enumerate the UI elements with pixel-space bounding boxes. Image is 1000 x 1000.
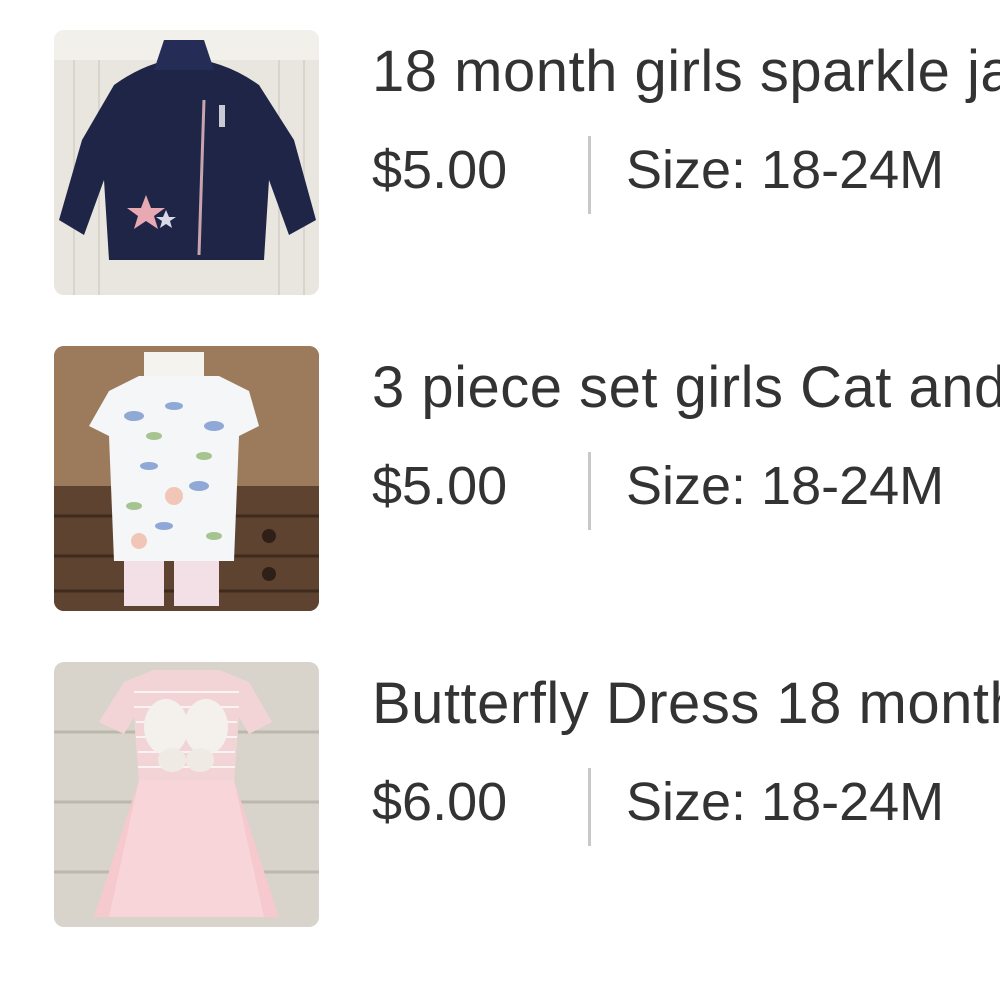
meta-divider	[588, 136, 591, 214]
listing-title[interactable]: 3 piece set girls Cat and Jack	[372, 352, 1000, 424]
floral-set-photo	[54, 346, 319, 611]
listing-price: $5.00	[372, 140, 508, 200]
listing-title[interactable]: 18 month girls sparkle jacket	[372, 36, 1000, 108]
listing-price: $6.00	[372, 772, 508, 832]
listing-thumbnail[interactable]	[54, 30, 319, 295]
listing-thumbnail[interactable]	[54, 662, 319, 927]
meta-divider	[588, 768, 591, 846]
meta-divider	[588, 452, 591, 530]
listing-thumbnail[interactable]	[54, 346, 319, 611]
listing-size: Size: 18-24M	[626, 772, 945, 832]
listing-item[interactable]: 3 piece set girls Cat and Jack $5.00 Siz…	[0, 346, 1000, 616]
listing-price: $5.00	[372, 456, 508, 516]
listing-title[interactable]: Butterfly Dress 18 months	[372, 668, 1000, 740]
listing-list: 18 month girls sparkle jacket $5.00 Size…	[0, 0, 1000, 1000]
listing-item[interactable]: Butterfly Dress 18 months $6.00 Size: 18…	[0, 662, 1000, 932]
listing-meta: $5.00 Size: 18-24M	[372, 450, 1000, 530]
listing-item[interactable]: 18 month girls sparkle jacket $5.00 Size…	[0, 30, 1000, 300]
listing-size: Size: 18-24M	[626, 456, 945, 516]
navy-jacket-photo	[54, 30, 319, 295]
listing-meta: $6.00 Size: 18-24M	[372, 766, 1000, 846]
listing-meta: $5.00 Size: 18-24M	[372, 134, 1000, 214]
butterfly-dress-photo	[54, 662, 319, 927]
listing-size: Size: 18-24M	[626, 140, 945, 200]
